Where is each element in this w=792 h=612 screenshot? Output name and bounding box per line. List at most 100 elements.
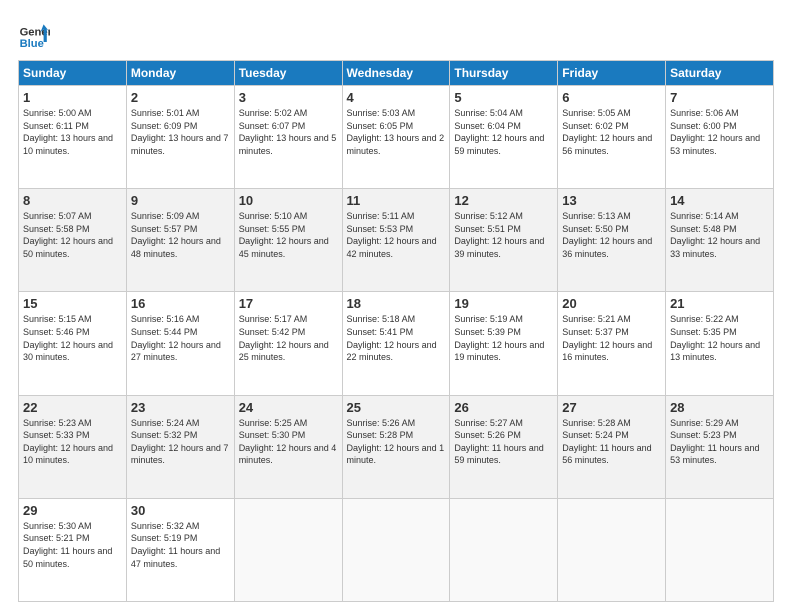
day-number: 12 [454, 193, 553, 208]
page-header: General Blue [18, 18, 774, 50]
day-cell: 4 Sunrise: 5:03 AMSunset: 6:05 PMDaylight… [342, 86, 450, 189]
weekday-thursday: Thursday [450, 61, 558, 86]
day-cell [342, 498, 450, 601]
week-row-2: 8Sunrise: 5:07 AMSunset: 5:58 PMDaylight… [19, 189, 774, 292]
day-cell: 7Sunrise: 5:06 AMSunset: 6:00 PMDaylight… [666, 86, 774, 189]
week-row-5: 29 Sunrise: 5:30 AMSunset: 5:21 PMDayligh… [19, 498, 774, 601]
day-info: Sunrise: 5:15 AMSunset: 5:46 PMDaylight:… [23, 313, 122, 363]
day-info: Sunrise: 5:10 AMSunset: 5:55 PMDaylight:… [239, 210, 338, 260]
day-cell: 23Sunrise: 5:24 AMSunset: 5:32 PMDayligh… [126, 395, 234, 498]
day-number: 1 [23, 90, 122, 105]
day-number: 5 [454, 90, 553, 105]
day-info: Sunrise: 5:21 AMSunset: 5:37 PMDaylight:… [562, 313, 661, 363]
day-info: Sunrise: 5:18 AMSunset: 5:41 PMDaylight:… [347, 313, 446, 363]
day-cell: 18 Sunrise: 5:18 AMSunset: 5:41 PMDayligh… [342, 292, 450, 395]
day-number: 17 [239, 296, 338, 311]
day-cell: 17 Sunrise: 5:17 AMSunset: 5:42 PMDayligh… [234, 292, 342, 395]
day-number: 24 [239, 400, 338, 415]
day-cell: 21 Sunrise: 5:22 AMSunset: 5:35 PMDayligh… [666, 292, 774, 395]
day-info: Sunrise: 5:04 AMSunset: 6:04 PMDaylight:… [454, 107, 553, 157]
day-number: 15 [23, 296, 122, 311]
day-number: 22 [23, 400, 122, 415]
svg-text:Blue: Blue [20, 38, 44, 50]
day-cell: 3 Sunrise: 5:02 AMSunset: 6:07 PMDaylight… [234, 86, 342, 189]
day-number: 11 [347, 193, 446, 208]
day-info: Sunrise: 5:03 AMSunset: 6:05 PMDaylight:… [347, 107, 446, 157]
day-number: 30 [131, 503, 230, 518]
day-cell: 9Sunrise: 5:09 AMSunset: 5:57 PMDaylight… [126, 189, 234, 292]
day-number: 2 [131, 90, 230, 105]
day-info: Sunrise: 5:23 AMSunset: 5:33 PMDaylight:… [23, 417, 122, 467]
day-cell: 13 Sunrise: 5:13 AMSunset: 5:50 PMDayligh… [558, 189, 666, 292]
day-cell: 30 Sunrise: 5:32 AMSunset: 5:19 PMDayligh… [126, 498, 234, 601]
day-cell: 2 Sunrise: 5:01 AMSunset: 6:09 PMDaylight… [126, 86, 234, 189]
calendar-table: SundayMondayTuesdayWednesdayThursdayFrid… [18, 60, 774, 602]
day-cell: 6 Sunrise: 5:05 AMSunset: 6:02 PMDaylight… [558, 86, 666, 189]
day-number: 21 [670, 296, 769, 311]
day-cell: 1 Sunrise: 5:00 AMSunset: 6:11 PMDaylight… [19, 86, 127, 189]
day-cell: 22 Sunrise: 5:23 AMSunset: 5:33 PMDayligh… [19, 395, 127, 498]
day-number: 19 [454, 296, 553, 311]
day-number: 10 [239, 193, 338, 208]
day-info: Sunrise: 5:30 AMSunset: 5:21 PMDaylight:… [23, 520, 122, 570]
day-number: 4 [347, 90, 446, 105]
day-cell: 14 Sunrise: 5:14 AMSunset: 5:48 PMDayligh… [666, 189, 774, 292]
day-number: 16 [131, 296, 230, 311]
weekday-header-row: SundayMondayTuesdayWednesdayThursdayFrid… [19, 61, 774, 86]
week-row-3: 15 Sunrise: 5:15 AMSunset: 5:46 PMDayligh… [19, 292, 774, 395]
day-cell: 12Sunrise: 5:12 AMSunset: 5:51 PMDayligh… [450, 189, 558, 292]
day-info: Sunrise: 5:28 AMSunset: 5:24 PMDaylight:… [562, 417, 661, 467]
day-cell: 15 Sunrise: 5:15 AMSunset: 5:46 PMDayligh… [19, 292, 127, 395]
day-cell [450, 498, 558, 601]
day-cell: 20Sunrise: 5:21 AMSunset: 5:37 PMDayligh… [558, 292, 666, 395]
day-info: Sunrise: 5:11 AMSunset: 5:53 PMDaylight:… [347, 210, 446, 260]
day-info: Sunrise: 5:05 AMSunset: 6:02 PMDaylight:… [562, 107, 661, 157]
day-cell [558, 498, 666, 601]
day-number: 29 [23, 503, 122, 518]
weekday-friday: Friday [558, 61, 666, 86]
day-cell: 25 Sunrise: 5:26 AMSunset: 5:28 PMDayligh… [342, 395, 450, 498]
day-info: Sunrise: 5:19 AMSunset: 5:39 PMDaylight:… [454, 313, 553, 363]
day-cell: 16 Sunrise: 5:16 AMSunset: 5:44 PMDayligh… [126, 292, 234, 395]
day-number: 27 [562, 400, 661, 415]
day-number: 23 [131, 400, 230, 415]
day-cell: 8Sunrise: 5:07 AMSunset: 5:58 PMDaylight… [19, 189, 127, 292]
day-number: 9 [131, 193, 230, 208]
day-info: Sunrise: 5:14 AMSunset: 5:48 PMDaylight:… [670, 210, 769, 260]
day-number: 13 [562, 193, 661, 208]
day-number: 6 [562, 90, 661, 105]
day-cell: 10 Sunrise: 5:10 AMSunset: 5:55 PMDayligh… [234, 189, 342, 292]
day-info: Sunrise: 5:00 AMSunset: 6:11 PMDaylight:… [23, 107, 122, 157]
day-cell: 11 Sunrise: 5:11 AMSunset: 5:53 PMDayligh… [342, 189, 450, 292]
day-info: Sunrise: 5:01 AMSunset: 6:09 PMDaylight:… [131, 107, 230, 157]
day-cell: 27 Sunrise: 5:28 AMSunset: 5:24 PMDayligh… [558, 395, 666, 498]
day-cell: 29 Sunrise: 5:30 AMSunset: 5:21 PMDayligh… [19, 498, 127, 601]
day-info: Sunrise: 5:13 AMSunset: 5:50 PMDaylight:… [562, 210, 661, 260]
day-cell [666, 498, 774, 601]
day-cell: 5 Sunrise: 5:04 AMSunset: 6:04 PMDaylight… [450, 86, 558, 189]
day-info: Sunrise: 5:22 AMSunset: 5:35 PMDaylight:… [670, 313, 769, 363]
logo-icon: General Blue [18, 18, 50, 50]
week-row-4: 22 Sunrise: 5:23 AMSunset: 5:33 PMDayligh… [19, 395, 774, 498]
weekday-sunday: Sunday [19, 61, 127, 86]
weekday-tuesday: Tuesday [234, 61, 342, 86]
day-number: 14 [670, 193, 769, 208]
logo: General Blue [18, 18, 50, 50]
day-info: Sunrise: 5:25 AMSunset: 5:30 PMDaylight:… [239, 417, 338, 467]
day-cell [234, 498, 342, 601]
day-info: Sunrise: 5:32 AMSunset: 5:19 PMDaylight:… [131, 520, 230, 570]
day-info: Sunrise: 5:02 AMSunset: 6:07 PMDaylight:… [239, 107, 338, 157]
weekday-wednesday: Wednesday [342, 61, 450, 86]
weekday-saturday: Saturday [666, 61, 774, 86]
day-number: 28 [670, 400, 769, 415]
day-number: 25 [347, 400, 446, 415]
day-number: 18 [347, 296, 446, 311]
day-info: Sunrise: 5:16 AMSunset: 5:44 PMDaylight:… [131, 313, 230, 363]
day-info: Sunrise: 5:26 AMSunset: 5:28 PMDaylight:… [347, 417, 446, 467]
day-info: Sunrise: 5:17 AMSunset: 5:42 PMDaylight:… [239, 313, 338, 363]
day-number: 7 [670, 90, 769, 105]
week-row-1: 1 Sunrise: 5:00 AMSunset: 6:11 PMDaylight… [19, 86, 774, 189]
day-number: 26 [454, 400, 553, 415]
day-number: 3 [239, 90, 338, 105]
day-cell: 19 Sunrise: 5:19 AMSunset: 5:39 PMDayligh… [450, 292, 558, 395]
